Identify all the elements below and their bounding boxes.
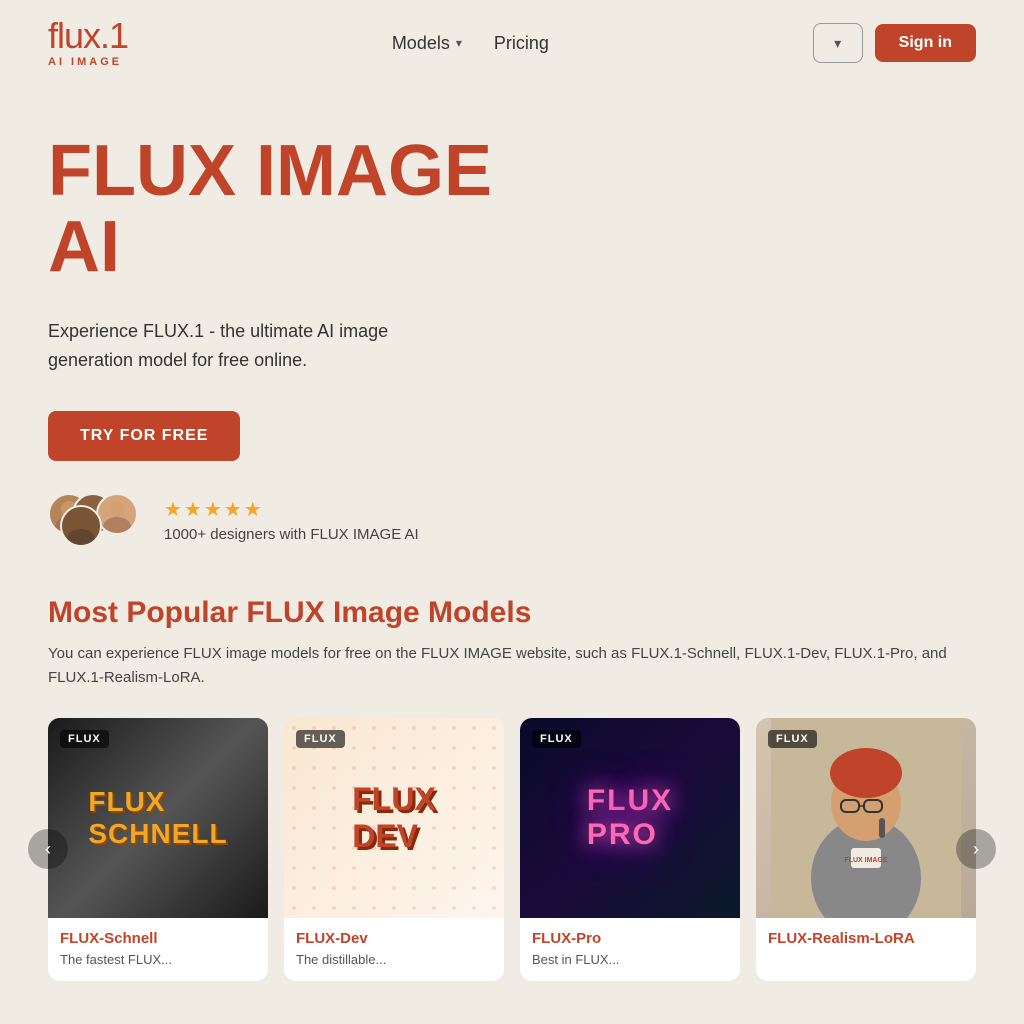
card-image: FLUXPRO xyxy=(520,718,740,918)
cards-list: FLUXSCHNELL FLUX FLUX-Schnell The fastes… xyxy=(48,718,976,981)
person-image-svg: FLUX IMAGE xyxy=(771,718,961,918)
hero-section: FLUX IMAGE AI Experience FLUX.1 - the ul… xyxy=(0,86,1024,548)
card-title: FLUX-Pro xyxy=(532,930,728,947)
star-icon: ★ xyxy=(164,497,182,522)
card-badge: FLUX xyxy=(532,730,581,748)
nav-pricing[interactable]: Pricing xyxy=(494,33,549,54)
logo-text: flux.1 xyxy=(48,18,128,54)
main-nav: Models ▾ Pricing xyxy=(392,33,549,54)
card-body: FLUX-Schnell The fastest FLUX... xyxy=(48,918,268,981)
avatar xyxy=(60,505,102,547)
nav-models[interactable]: Models ▾ xyxy=(392,33,462,54)
signin-button[interactable]: Sign in xyxy=(875,24,976,62)
chevron-down-icon: ▾ xyxy=(834,35,841,52)
header: flux.1 AI IMAGE Models ▾ Pricing ▾ Sign … xyxy=(0,0,1024,86)
avatar xyxy=(96,493,138,535)
stars-row: ★ ★ ★ ★ ★ xyxy=(164,497,419,522)
card-image-text: FLUXDEV xyxy=(352,781,436,855)
star-icon: ★ xyxy=(184,497,202,522)
card-image: FLUXDEV xyxy=(284,718,504,918)
model-card: FLUXDEV FLUX FLUX-Dev The distillable... xyxy=(284,718,504,981)
model-card: FLUXPRO FLUX FLUX-Pro Best in FLUX... xyxy=(520,718,740,981)
carousel-next-button[interactable]: › xyxy=(956,829,996,869)
logo: flux.1 AI IMAGE xyxy=(48,18,128,68)
header-actions: ▾ Sign in xyxy=(813,23,976,63)
model-card: FLUXSCHNELL FLUX FLUX-Schnell The fastes… xyxy=(48,718,268,981)
model-card: FLUX IMAGE FLUX FLUX-Realism-LoRA xyxy=(756,718,976,981)
card-body: FLUX-Pro Best in FLUX... xyxy=(520,918,740,981)
avatar-group xyxy=(48,493,148,548)
card-body: FLUX-Dev The distillable... xyxy=(284,918,504,981)
logo-subtitle: AI IMAGE xyxy=(48,56,122,68)
section-title: Most Popular FLUX Image Models xyxy=(48,596,976,630)
star-rating: ★ ★ ★ ★ ★ 1000+ designers with FLUX IMAG… xyxy=(164,497,419,543)
card-title: FLUX-Schnell xyxy=(60,930,256,947)
card-description: The fastest FLUX... xyxy=(60,951,256,969)
social-proof: ★ ★ ★ ★ ★ 1000+ designers with FLUX IMAG… xyxy=(48,493,976,548)
social-proof-text: 1000+ designers with FLUX IMAGE AI xyxy=(164,526,419,543)
card-image-text: FLUXSCHNELL xyxy=(88,786,227,850)
cards-carousel: ‹ FLUXSCHNELL FLUX FLUX-Schnell The fast… xyxy=(48,718,976,981)
card-badge: FLUX xyxy=(60,730,109,748)
models-section: Most Popular FLUX Image Models You can e… xyxy=(0,548,1024,981)
star-icon: ★ xyxy=(244,497,262,522)
card-description: The distillable... xyxy=(296,951,492,969)
card-badge: FLUX xyxy=(768,730,817,748)
card-image: FLUXSCHNELL xyxy=(48,718,268,918)
hero-title: FLUX IMAGE AI xyxy=(48,134,976,285)
card-title: FLUX-Realism-LoRA xyxy=(768,930,964,947)
card-image-text: FLUXPRO xyxy=(587,784,673,852)
carousel-prev-button[interactable]: ‹ xyxy=(28,829,68,869)
card-image: FLUX IMAGE xyxy=(756,718,976,918)
card-description: Best in FLUX... xyxy=(532,951,728,969)
hero-subtitle: Experience FLUX.1 - the ultimate AI imag… xyxy=(48,317,448,375)
star-icon: ★ xyxy=(204,497,222,522)
card-title: FLUX-Dev xyxy=(296,930,492,947)
hero-content: FLUX IMAGE AI Experience FLUX.1 - the ul… xyxy=(48,134,976,548)
card-body: FLUX-Realism-LoRA xyxy=(756,918,976,963)
svg-text:FLUX IMAGE: FLUX IMAGE xyxy=(844,857,887,864)
star-icon: ★ xyxy=(224,497,242,522)
models-chevron-icon: ▾ xyxy=(456,36,462,50)
card-badge: FLUX xyxy=(296,730,345,748)
language-button[interactable]: ▾ xyxy=(813,23,863,63)
try-for-free-button[interactable]: TRY FOR FREE xyxy=(48,411,240,461)
section-description: You can experience FLUX image models for… xyxy=(48,642,976,690)
